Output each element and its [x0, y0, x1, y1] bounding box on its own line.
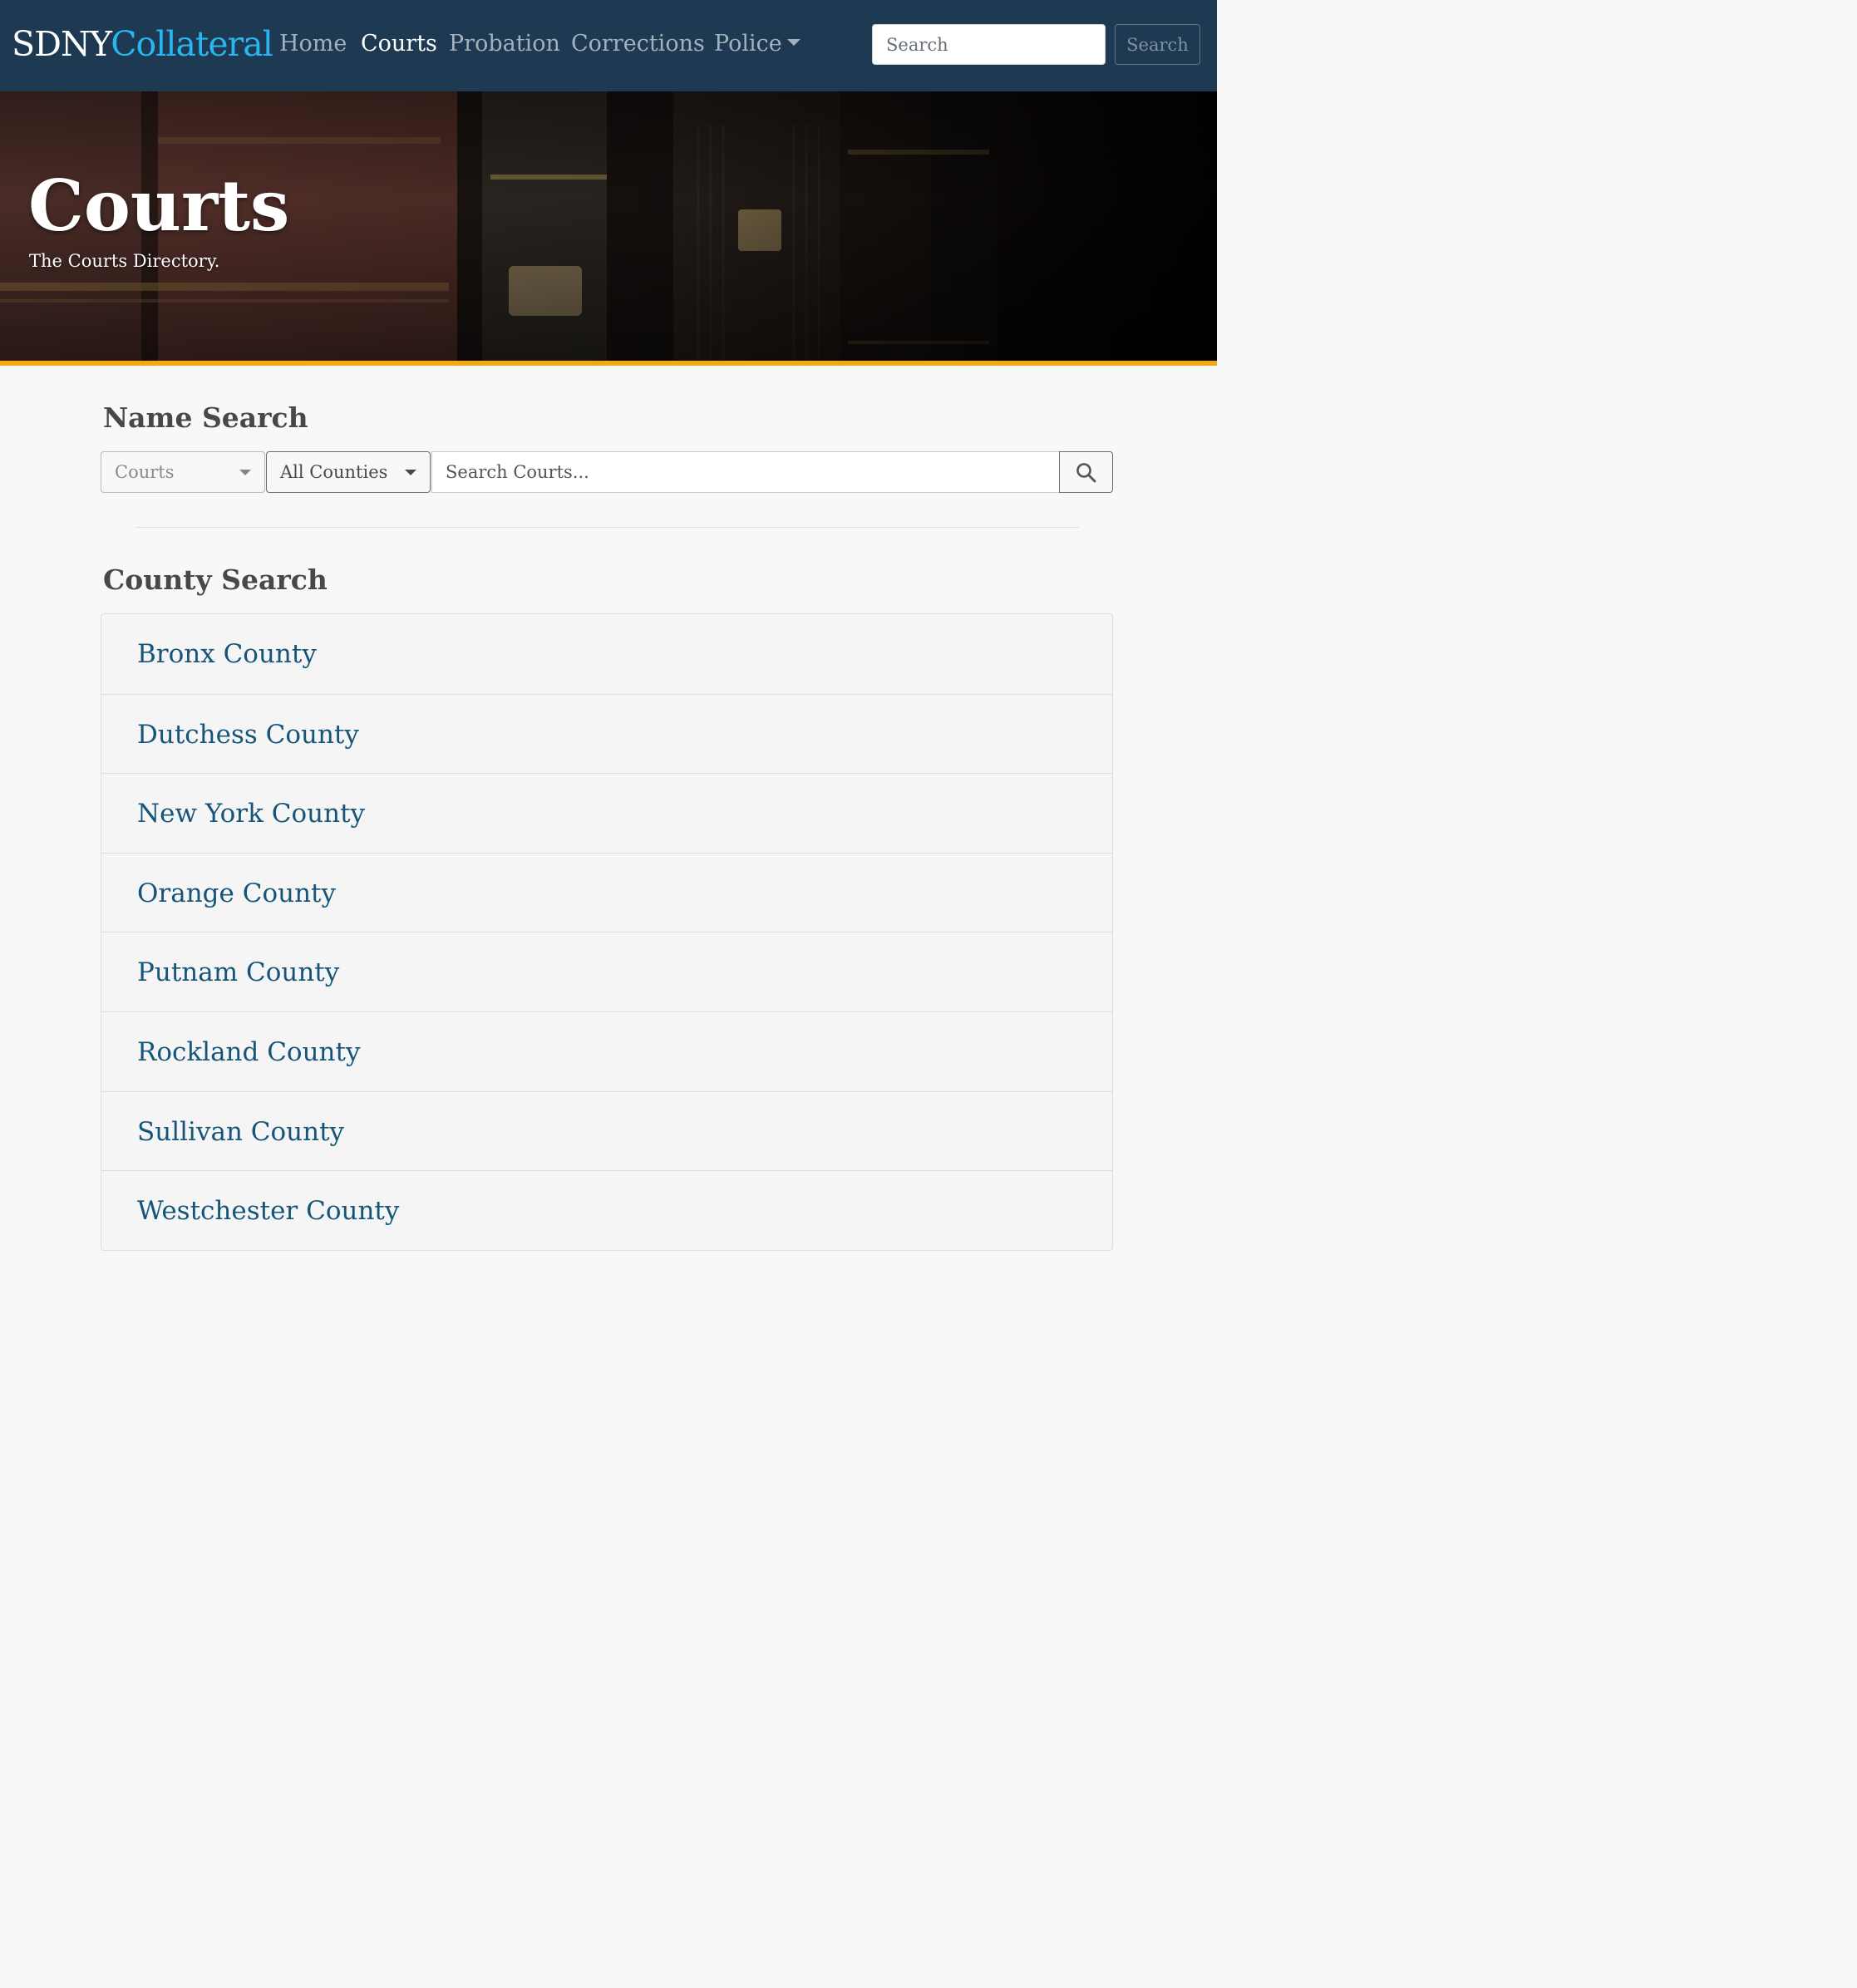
- nav-search-button[interactable]: Search: [1115, 24, 1200, 65]
- court-search-input[interactable]: [431, 451, 1060, 493]
- nav-item-home[interactable]: Home: [279, 30, 347, 58]
- county-item-rockland[interactable]: Rockland County: [101, 1011, 1112, 1091]
- page-title: Courts: [28, 165, 290, 247]
- nav-item-police-dropdown[interactable]: Police: [714, 30, 800, 58]
- section-divider: [135, 527, 1079, 528]
- nav-item-courts[interactable]: Courts: [361, 30, 437, 58]
- category-select[interactable]: Courts: [101, 451, 265, 493]
- county-select[interactable]: All Counties: [266, 451, 431, 493]
- category-select-value: Courts: [115, 462, 175, 482]
- county-item-label: Orange County: [137, 878, 337, 908]
- brand-part-1: SDNY: [12, 24, 111, 64]
- nav-item-probation[interactable]: Probation: [449, 30, 560, 58]
- county-item-label: Sullivan County: [137, 1116, 345, 1147]
- county-item-dutchess[interactable]: Dutchess County: [101, 693, 1112, 774]
- county-item-label: Westchester County: [137, 1196, 400, 1227]
- county-item-bronx[interactable]: Bronx County: [101, 614, 1112, 694]
- nav-search-input[interactable]: [872, 24, 1106, 65]
- county-item-label: Rockland County: [137, 1036, 361, 1067]
- county-item-label: Dutchess County: [137, 719, 359, 750]
- county-item-label: Bronx County: [137, 639, 317, 669]
- county-item-orange[interactable]: Orange County: [101, 852, 1112, 932]
- chevron-down-icon: [786, 39, 800, 46]
- hero-banner: Courts The Courts Directory.: [0, 91, 1217, 361]
- search-icon: [1076, 463, 1096, 483]
- nav-item-corrections[interactable]: Corrections: [571, 30, 705, 58]
- county-search-heading: County Search: [103, 563, 328, 596]
- top-navbar: SDNYCollateral Home Courts Probation Cor…: [0, 0, 1217, 91]
- brand-logo[interactable]: SDNYCollateral: [12, 23, 273, 65]
- county-item-label: Putnam County: [137, 957, 340, 988]
- court-search-button[interactable]: [1059, 451, 1113, 493]
- brand-part-2: Collateral: [111, 24, 273, 64]
- name-search-heading: Name Search: [103, 401, 308, 434]
- county-item-label: New York County: [137, 799, 366, 829]
- chevron-down-icon: [405, 470, 416, 475]
- county-item-new-york[interactable]: New York County: [101, 773, 1112, 853]
- chevron-down-icon: [239, 470, 251, 475]
- county-select-value: All Counties: [280, 462, 388, 482]
- county-item-putnam[interactable]: Putnam County: [101, 932, 1112, 1011]
- hero-accent-bar: [0, 361, 1217, 366]
- county-item-sullivan[interactable]: Sullivan County: [101, 1090, 1112, 1171]
- page-subtitle: The Courts Directory.: [29, 251, 220, 271]
- county-list: Bronx County Dutchess County New York Co…: [101, 613, 1113, 1251]
- county-item-westchester[interactable]: Westchester County: [101, 1170, 1112, 1250]
- nav-item-police-label: Police: [714, 31, 782, 57]
